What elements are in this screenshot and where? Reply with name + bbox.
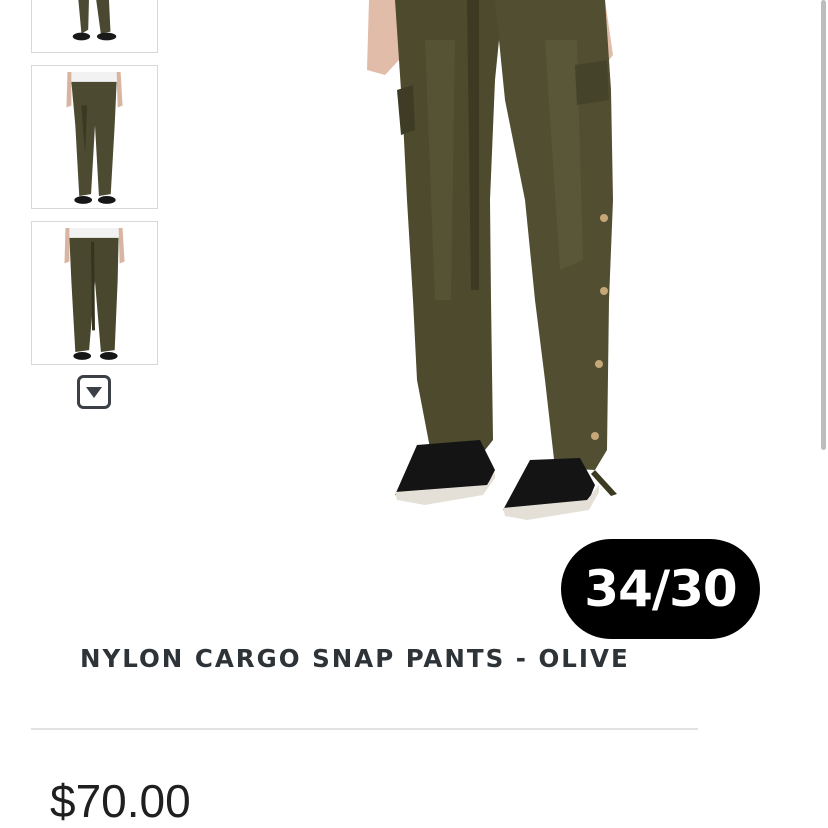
chevron-down-icon <box>77 375 111 409</box>
size-badge-label: 34/30 <box>584 560 737 618</box>
thumbnail-scroll-down-button[interactable] <box>77 375 111 409</box>
main-product-image[interactable] <box>355 0 635 525</box>
thumbnail-3[interactable] <box>31 221 158 365</box>
thumbnail-1[interactable] <box>31 0 158 53</box>
size-badge: 34/30 <box>561 539 760 639</box>
product-page: 34/30 NYLON CARGO SNAP PANTS - OLIVE $70… <box>0 0 828 828</box>
page-scrollbar[interactable] <box>821 0 826 450</box>
product-title: NYLON CARGO SNAP PANTS - OLIVE <box>80 644 630 673</box>
divider <box>31 728 698 730</box>
pants-thumbnail-icon <box>32 222 157 364</box>
product-price: $70.00 <box>50 775 191 827</box>
olive-cargo-pants-model-icon <box>367 0 617 520</box>
pants-thumbnail-icon <box>32 66 157 208</box>
pants-thumbnail-icon <box>33 0 156 52</box>
thumbnail-2[interactable] <box>31 65 158 209</box>
